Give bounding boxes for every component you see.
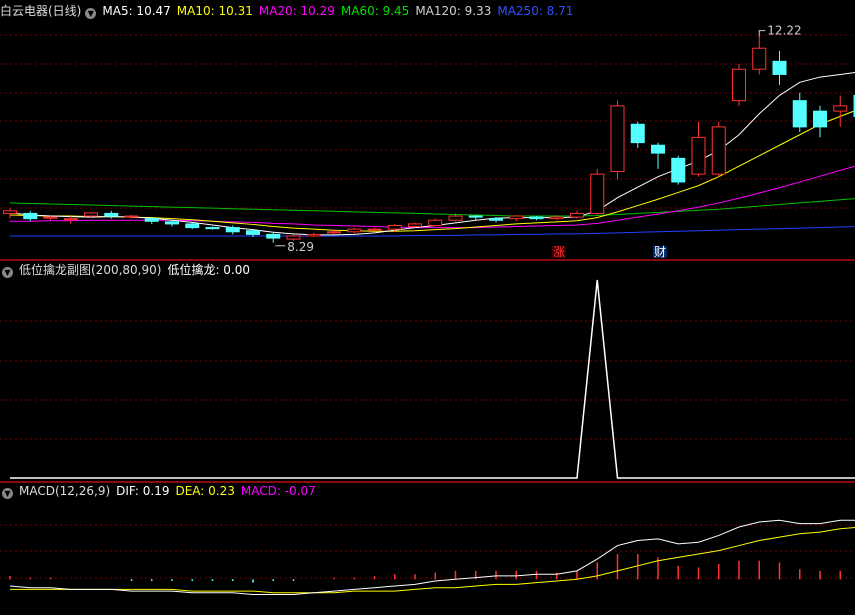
candle-down [813,110,827,128]
indicator-name: 低位擒龙副图(200,80,90) [19,263,162,277]
ma-label: MA250: 8.71 [497,4,574,18]
chevron-down-icon[interactable]: ▼ [2,488,13,499]
candle-down [165,221,179,225]
tag-zhang[interactable]: 涨 [552,246,567,258]
candle-down [185,223,200,229]
candle-down [651,144,665,154]
candle-down [266,233,281,239]
candle-down [529,216,544,220]
macd-dif: DIF: 0.19 [116,484,170,498]
candle-up [752,47,767,70]
candle-up [448,215,463,221]
indicator-line [10,279,855,479]
macd-header: ▼ MACD(12,26,9) DIF: 0.19 DEA: 0.23 MACD: -0… [0,483,322,499]
candle-up [347,228,362,233]
ma5-line [9,72,855,236]
price-panel[interactable]: 白云电器(日线) ▼ MA5: 10.47 MA10: 10.31 MA20: 10.2… [0,0,855,258]
candle-down [246,230,260,235]
chevron-down-icon[interactable]: ▼ [2,267,13,278]
macd-name: MACD(12,26,9) [19,484,111,498]
dif-line [9,519,855,595]
candle-up [428,219,443,226]
candle-down [772,60,787,75]
candle-up [509,215,524,220]
indicator-header: ▼ 低位擒龙副图(200,80,90) 低位擒龙: 0.00 [0,262,256,278]
candle-down [205,227,220,230]
candle-up [387,224,402,230]
candle-down [671,157,686,183]
candle-up [833,105,848,112]
ma-labels: MA5: 10.47 MA10: 10.31 MA20: 10.29 MA60: 9.… [102,4,579,18]
candle-down [225,227,240,233]
candle-up [570,212,584,218]
candle-down [144,218,159,222]
candle-up [327,231,341,234]
candle-up [84,212,98,217]
candle-up [549,216,564,220]
candle-down [792,100,807,128]
indicator-value: 低位擒龙: 0.00 [167,263,251,277]
ma-label: MA60: 9.45 [340,4,410,18]
price-header: 白云电器(日线) ▼ MA5: 10.47 MA10: 10.31 MA20: 10.2… [0,3,585,19]
ma10-line [9,110,855,232]
macd-panel[interactable]: ▼ MACD(12,26,9) DIF: 0.19 DEA: 0.23 MACD: -0… [0,483,855,615]
candle-up [590,173,605,214]
tag-cai[interactable]: 财 [653,246,668,258]
candle-up [732,68,746,102]
high-price-label: 12.22 [767,24,801,38]
ma-label: MA20: 10.29 [258,4,335,18]
price-chart[interactable]: 12.22 8.29 [0,0,855,258]
candle-down [104,212,119,217]
candle-up [286,235,301,240]
candle-up [367,228,382,231]
macd-dea: DEA: 0.23 [175,484,235,498]
candle-up [43,216,58,219]
candle-down [23,212,38,220]
macd-chart[interactable] [0,483,855,615]
chevron-down-icon[interactable]: ▼ [85,8,97,19]
candle-up [124,215,139,218]
macd-value: MACD: -0.07 [240,484,316,498]
low-price-label: 8.29 [287,240,314,254]
ma-label: MA120: 9.33 [415,4,492,18]
candle-up [63,218,78,221]
candle-up [691,136,706,175]
stock-name: 白云电器(日线) [0,4,82,18]
ma60-line [9,198,855,217]
high-marker [758,30,766,37]
candle-up [408,223,422,228]
ma-label: MA5: 10.47 [102,4,171,18]
candle-up [711,126,726,175]
candle-up [306,233,321,237]
candle-up [3,210,17,214]
candle-up [610,105,625,172]
candle-down [630,123,645,144]
ma-label: MA10: 10.31 [176,4,253,18]
dea-line [10,526,855,594]
candle-down [468,215,483,218]
indicator-panel[interactable]: ▼ 低位擒龙副图(200,80,90) 低位擒龙: 0.00 [0,261,855,481]
indicator-chart[interactable] [0,261,855,481]
candle-down [489,218,503,221]
